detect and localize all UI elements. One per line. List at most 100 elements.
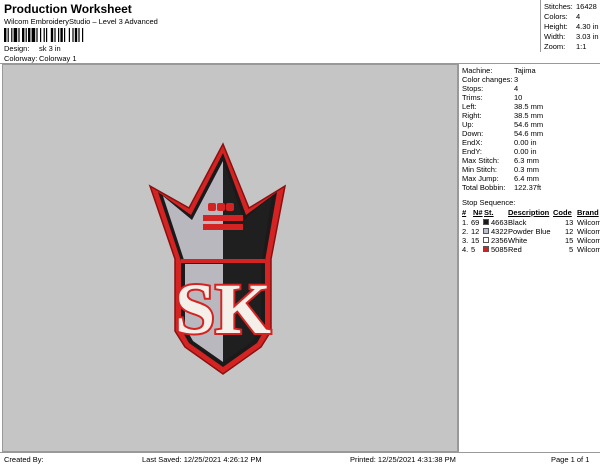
info-panel: Machine: Tajima Color changes: 3 Stops: 4 Trim… bbox=[458, 64, 600, 452]
info-value: 6.3 mm bbox=[514, 156, 540, 165]
stat-width: Width: 3.03 in bbox=[544, 32, 599, 41]
stop-row-brand: Wilcom bbox=[577, 227, 600, 236]
stat-stitches: Stitches: 16428 bbox=[544, 2, 597, 11]
page-title: Production Worksheet bbox=[4, 2, 132, 16]
stat-zoom: Zoom: 1:1 bbox=[544, 42, 587, 51]
design-row: Design: sk 3 in bbox=[4, 44, 61, 53]
stop-row-description: Powder Blue bbox=[508, 227, 551, 236]
thread-color-swatch bbox=[483, 237, 489, 243]
stop-sequence-title: Stop Sequence: bbox=[462, 198, 516, 207]
info-label: Color changes: bbox=[462, 75, 513, 84]
stop-header-cell: Brand bbox=[577, 208, 599, 217]
stop-row-code: 13 bbox=[565, 218, 574, 227]
thread-color-swatch bbox=[483, 228, 489, 234]
info-value: 6.4 mm bbox=[514, 174, 540, 183]
stop-row-needle: 12 bbox=[471, 227, 480, 236]
info-row: EndX: 0.00 in bbox=[462, 138, 537, 147]
info-label: Up: bbox=[462, 120, 474, 129]
stop-row-stitches: 4322 bbox=[491, 227, 508, 236]
stop-header-cell: N# bbox=[473, 208, 483, 217]
info-row: Max Jump: 6.4 mm bbox=[462, 174, 539, 183]
info-row: Up: 54.6 mm bbox=[462, 120, 543, 129]
colorway-value: Colorway 1 bbox=[39, 54, 77, 63]
crown-bar-1 bbox=[203, 215, 243, 221]
info-row: Left: 38.5 mm bbox=[462, 102, 543, 111]
info-label: Max Stitch: bbox=[462, 156, 500, 165]
stop-header-cell: Description bbox=[508, 208, 550, 217]
embroidery-design: SK bbox=[148, 142, 287, 375]
worksheet-header: Production Worksheet Wilcom EmbroiderySt… bbox=[0, 0, 600, 64]
info-label: EndY: bbox=[462, 147, 483, 156]
colorway-label: Colorway: bbox=[4, 54, 38, 63]
stat-colors: Colors: 4 bbox=[544, 12, 581, 21]
thread-color-swatch bbox=[483, 219, 489, 225]
info-label: Left: bbox=[462, 102, 477, 111]
info-label: Total Bobbin: bbox=[462, 183, 506, 192]
stop-row-number: 3. bbox=[462, 236, 469, 245]
info-label: Max Jump: bbox=[462, 174, 499, 183]
last-saved: Last Saved: 12/25/2021 4:26:12 PM bbox=[142, 455, 262, 464]
info-label: Down: bbox=[462, 129, 484, 138]
colorway-row: Colorway: Colorway 1 bbox=[4, 54, 77, 63]
info-value: 3 bbox=[514, 75, 519, 84]
stop-row-stitches: 2356 bbox=[491, 236, 508, 245]
info-row: Machine: Tajima bbox=[462, 66, 536, 75]
crown-dot-3 bbox=[226, 203, 234, 211]
monogram-letters: SK bbox=[175, 269, 271, 349]
stop-row-number: 2. bbox=[462, 227, 469, 236]
stop-row-brand: Wilcom bbox=[577, 218, 600, 227]
stop-row-brand: Wilcom bbox=[577, 236, 600, 245]
info-row: Total Bobbin: 122.37ft bbox=[462, 183, 541, 192]
info-row: Color changes: 3 bbox=[462, 75, 518, 84]
barcode-icon bbox=[4, 28, 84, 42]
crown-dot-2 bbox=[217, 203, 225, 211]
info-value: Tajima bbox=[514, 66, 536, 75]
stop-row-number: 1. bbox=[462, 218, 469, 227]
info-row: Down: 54.6 mm bbox=[462, 129, 543, 138]
band-left-grey bbox=[184, 233, 223, 257]
stop-row-code: 12 bbox=[565, 227, 574, 236]
info-label: Right: bbox=[462, 111, 482, 120]
stat-height: Height: 4.30 in bbox=[544, 22, 599, 31]
info-row: Max Stitch: 6.3 mm bbox=[462, 156, 539, 165]
info-label: Machine: bbox=[462, 66, 493, 75]
design-value: sk 3 in bbox=[39, 44, 61, 53]
crown-bar-2 bbox=[203, 224, 243, 230]
info-value: 10 bbox=[514, 93, 523, 102]
info-label: EndX: bbox=[462, 138, 483, 147]
info-row: Trims: 10 bbox=[462, 93, 522, 102]
info-row: Stops: 4 bbox=[462, 84, 518, 93]
design-label: Design: bbox=[4, 44, 30, 53]
info-value: 0.00 in bbox=[514, 147, 537, 156]
info-label: Trims: bbox=[462, 93, 483, 102]
stop-row-number: 4. bbox=[462, 245, 469, 254]
stop-row-code: 15 bbox=[565, 236, 574, 245]
stop-header-cell: Code bbox=[553, 208, 572, 217]
stop-row-needle: 5 bbox=[471, 245, 476, 254]
stop-row-stitches: 4663 bbox=[491, 218, 508, 227]
worksheet-footer: Created By: Last Saved: 12/25/2021 4:26:… bbox=[0, 452, 600, 464]
page-number: Page 1 of 1 bbox=[551, 455, 590, 464]
info-value: 38.5 mm bbox=[514, 111, 544, 120]
stop-header-cell: # bbox=[462, 208, 467, 217]
stop-row-needle: 15 bbox=[471, 236, 480, 245]
info-row: EndY: 0.00 in bbox=[462, 147, 537, 156]
stop-row-stitches: 5085 bbox=[491, 245, 508, 254]
band-right-black bbox=[223, 233, 262, 257]
design-canvas[interactable]: SK bbox=[2, 64, 458, 452]
stop-row-code: 5 bbox=[569, 245, 574, 254]
thread-color-swatch bbox=[483, 246, 489, 252]
info-label: Min Stitch: bbox=[462, 165, 498, 174]
stop-header-cell: St. bbox=[484, 208, 494, 217]
crown-dot-1 bbox=[208, 203, 216, 211]
stop-row-needle: 69 bbox=[471, 218, 480, 227]
stop-row-description: Black bbox=[508, 218, 527, 227]
info-value: 0.00 in bbox=[514, 138, 537, 147]
info-value: 54.6 mm bbox=[514, 129, 544, 138]
info-value: 122.37ft bbox=[514, 183, 542, 192]
stop-row-description: Red bbox=[508, 245, 522, 254]
info-value: 0.3 mm bbox=[514, 165, 540, 174]
info-value: 38.5 mm bbox=[514, 102, 544, 111]
printed-date: Printed: 12/25/2021 4:31:38 PM bbox=[350, 455, 456, 464]
stats-box: Stitches: 16428 Colors: 4 Height: 4.30 in W… bbox=[540, 0, 600, 52]
